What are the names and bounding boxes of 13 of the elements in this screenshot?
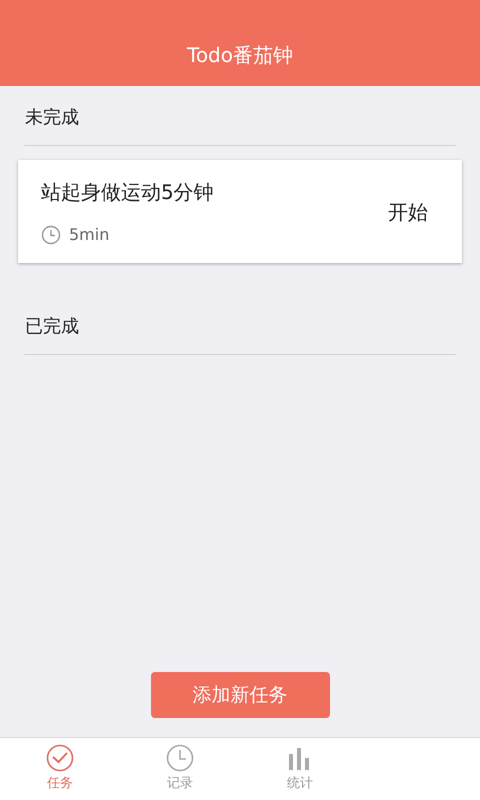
tab[interactable]: 记录 (120, 738, 240, 800)
tab[interactable]: 任务 (0, 738, 120, 800)
section-heading: 已完成 (24, 316, 79, 337)
check-circle-icon (46, 744, 74, 772)
clock-icon (41, 224, 61, 244)
task-duration: 5min (69, 224, 110, 246)
start-button[interactable]: 开始 (388, 196, 428, 226)
add-task-button[interactable]: 添加新任务 (150, 672, 330, 718)
tab[interactable]: 统计 (240, 738, 360, 800)
app-title: Todo番茄钟 (187, 42, 293, 69)
task-title: 站起身做运动5分钟 (41, 178, 214, 206)
section-heading: 未完成 (24, 107, 79, 128)
clock-icon (166, 744, 194, 772)
